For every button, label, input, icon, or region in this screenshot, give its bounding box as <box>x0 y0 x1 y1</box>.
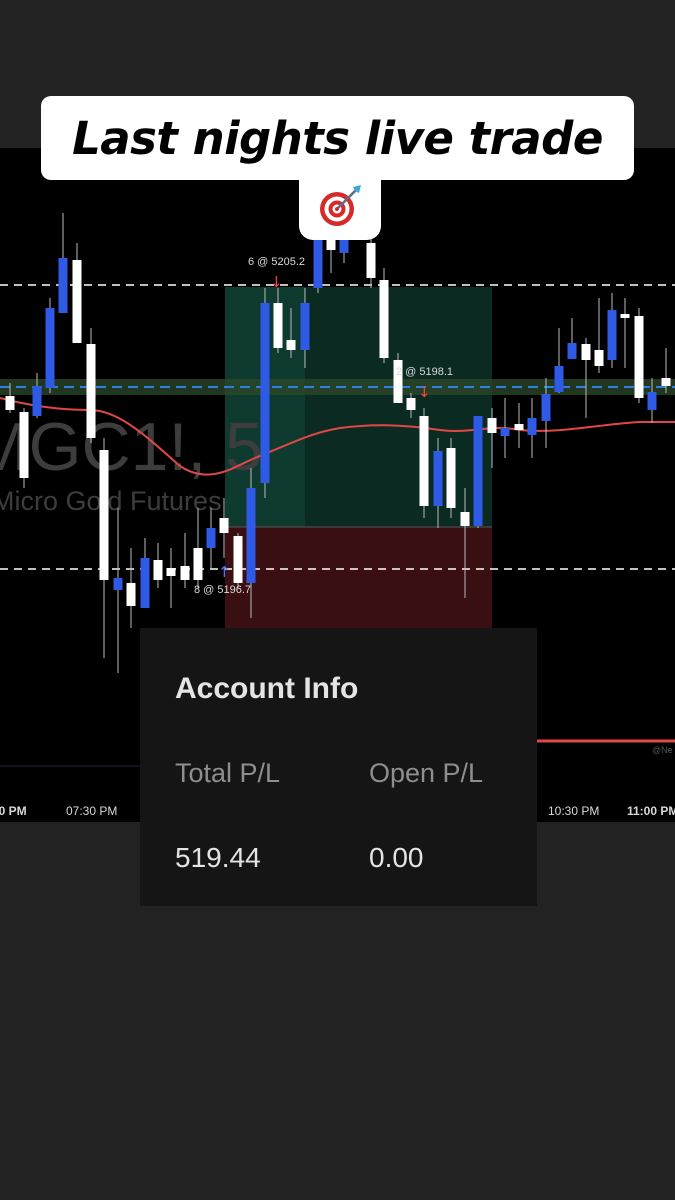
candle-body <box>286 340 296 350</box>
open-pl-label: Open P/L <box>369 758 484 788</box>
candle-body <box>661 378 671 386</box>
candle-body <box>581 344 591 360</box>
buy-arrow-icon: ↑ <box>218 563 231 581</box>
candle-body <box>300 303 310 350</box>
candle-body <box>647 392 657 410</box>
fill-label-sell-2: 2 @ 5198.1 <box>396 366 453 378</box>
time-label: 00 PM <box>0 804 27 818</box>
candle-body <box>527 418 537 435</box>
fill-label-buy: 8 @ 5196.7 <box>194 584 251 596</box>
candle-body <box>166 568 176 576</box>
fill-label-sell-1: 6 @ 5205.2 <box>248 256 305 268</box>
candle-body <box>5 396 15 410</box>
sell-arrow-icon: ↓ <box>418 383 431 401</box>
candle-body <box>45 308 55 388</box>
candle-body <box>446 448 456 508</box>
time-label: 11:00 PM <box>627 804 675 818</box>
candle-body <box>541 394 551 421</box>
caption-text: Last nights live trade <box>72 111 603 165</box>
candle-body <box>206 528 216 548</box>
candle-body <box>246 488 256 583</box>
attribution-text: @Ne <box>652 745 673 755</box>
candle-body <box>620 314 630 318</box>
candle-body <box>58 258 68 313</box>
candle-body <box>193 548 203 580</box>
loss-zone <box>225 527 492 628</box>
watermark-symbol: MGC1!, 5 <box>0 409 263 485</box>
candle-body <box>433 451 443 506</box>
candle-body <box>153 560 163 580</box>
time-label: 07:30 PM <box>66 804 118 818</box>
dart-bullseye-icon <box>320 185 361 226</box>
time-label: 10:30 PM <box>548 804 600 818</box>
total-pl-label: Total P/L <box>175 758 281 788</box>
candle-body <box>419 416 429 506</box>
candle-body <box>487 418 497 433</box>
candle-body <box>634 316 644 398</box>
candle-body <box>86 344 96 438</box>
candle-body <box>473 416 483 526</box>
candle-body <box>140 558 150 608</box>
candle-body <box>500 428 510 436</box>
candle-body <box>32 386 42 416</box>
candle-body <box>273 303 283 348</box>
candle-body <box>126 583 136 606</box>
candle-body <box>594 350 604 366</box>
candle-body <box>607 310 617 360</box>
candle-body <box>233 536 243 583</box>
candle-body <box>366 243 376 278</box>
candle-body <box>219 518 229 533</box>
watermark-name: Micro Gold Futures <box>0 486 222 516</box>
caption-banner: Last nights live trade <box>41 96 634 180</box>
candle-body <box>19 412 29 478</box>
open-pl-value: 0.00 <box>369 842 424 873</box>
candle-body <box>180 566 190 580</box>
candle-body <box>554 366 564 392</box>
account-info-panel: Account Info Total P/L Open P/L 519.44 0… <box>140 628 537 906</box>
candle-body <box>72 260 82 343</box>
candle-body <box>567 343 577 359</box>
sell-arrow-icon: ↓ <box>270 273 283 291</box>
emoji-badge <box>299 172 381 240</box>
candle-body <box>406 398 416 410</box>
profit-zone <box>305 287 492 527</box>
candle-body <box>99 450 109 580</box>
account-info-title: Account Info <box>175 672 359 705</box>
candle-body <box>113 578 123 590</box>
candle-body <box>260 303 270 483</box>
total-pl-value: 519.44 <box>175 842 261 873</box>
candle-body <box>514 424 524 430</box>
candle-body <box>460 512 470 526</box>
candle-body <box>313 240 323 288</box>
candle-body <box>379 280 389 358</box>
